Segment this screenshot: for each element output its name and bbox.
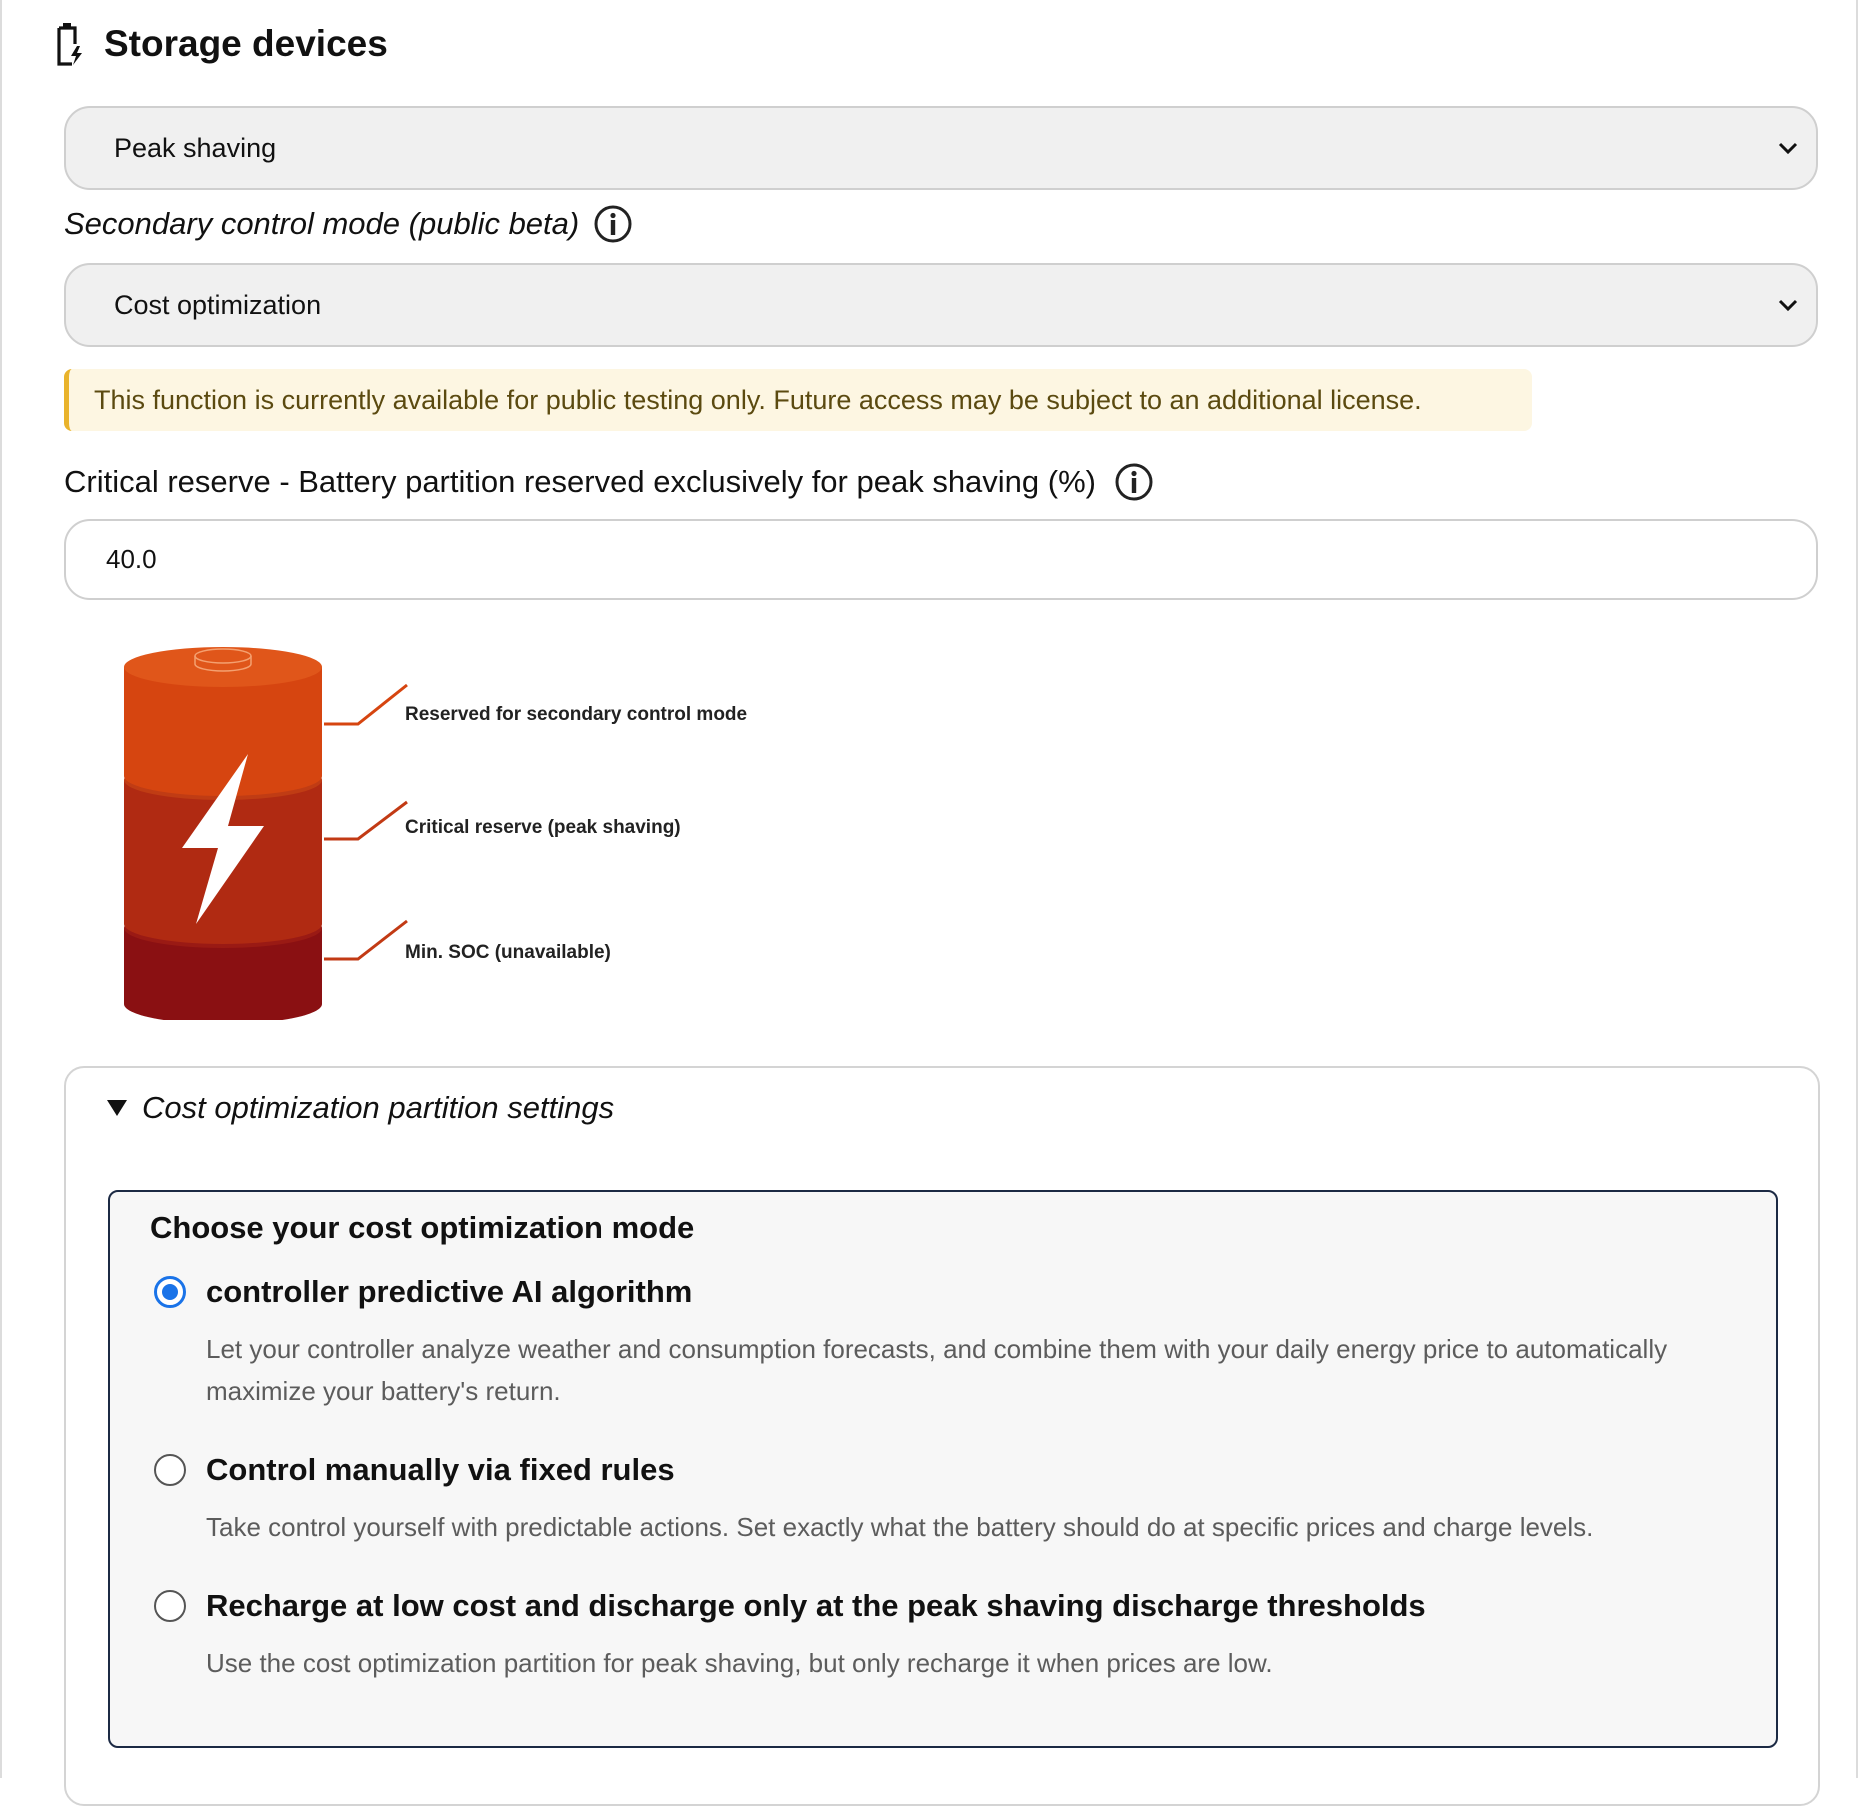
critical-reserve-input[interactable]: 40.0 xyxy=(64,519,1818,600)
battery-partition-diagram: Reserved for secondary control mode Crit… xyxy=(112,640,812,1024)
partition-settings-details: Cost optimization partition settings Cho… xyxy=(64,1066,1820,1806)
primary-mode-value: Peak shaving xyxy=(114,132,277,163)
option-description: Let your controller analyze weather and … xyxy=(206,1334,1668,1406)
option-low-cost-recharge-row[interactable]: Recharge at low cost and discharge only … xyxy=(154,1588,1754,1624)
option-predictive-ai: controller predictive AI algorithm Let y… xyxy=(154,1274,1754,1412)
option-manual-rules: Control manually via fixed rules Take co… xyxy=(154,1452,1754,1548)
segment-label-secondary: Reserved for secondary control mode xyxy=(405,704,748,725)
chevron-down-icon xyxy=(1778,142,1798,155)
radio-predictive-ai[interactable] xyxy=(154,1276,186,1308)
secondary-mode-label-row: Secondary control mode (public beta) xyxy=(64,204,633,244)
battery-segment-secondary-mode xyxy=(124,647,322,796)
cost-optimization-mode-box: Choose your cost optimization mode contr… xyxy=(108,1190,1778,1748)
option-low-cost-recharge: Recharge at low cost and discharge only … xyxy=(154,1588,1754,1684)
option-title[interactable]: Control manually via fixed rules xyxy=(206,1452,675,1488)
info-icon[interactable] xyxy=(1114,462,1154,502)
battery-charging-icon xyxy=(57,23,82,66)
radio-low-cost-recharge[interactable] xyxy=(154,1590,186,1622)
option-predictive-ai-row[interactable]: controller predictive AI algorithm xyxy=(154,1274,1754,1310)
storage-devices-panel: Storage devices Peak shaving Secondary c… xyxy=(0,0,1858,1806)
critical-reserve-value: 40.0 xyxy=(106,544,157,574)
chevron-down-icon xyxy=(1778,299,1798,312)
secondary-mode-label: Secondary control mode (public beta) xyxy=(64,206,580,241)
option-description: Use the cost optimization partition for … xyxy=(206,1648,1273,1678)
secondary-mode-select[interactable]: Cost optimization xyxy=(64,263,1818,347)
option-manual-rules-row[interactable]: Control manually via fixed rules xyxy=(154,1452,1754,1488)
partition-settings-summary-text: Cost optimization partition settings xyxy=(142,1090,615,1125)
mode-box-heading: Choose your cost optimization mode xyxy=(150,1210,695,1245)
option-title[interactable]: controller predictive AI algorithm xyxy=(206,1274,692,1310)
partition-settings-summary[interactable]: Cost optimization partition settings xyxy=(106,1090,614,1126)
secondary-mode-value: Cost optimization xyxy=(114,289,322,320)
info-icon[interactable] xyxy=(593,204,633,244)
radio-manual-rules[interactable] xyxy=(154,1454,186,1486)
critical-reserve-label: Critical reserve - Battery partition res… xyxy=(64,464,1096,499)
option-title[interactable]: Recharge at low cost and discharge only … xyxy=(206,1588,1426,1624)
triangle-down-icon xyxy=(107,1100,127,1116)
segment-label-min-soc: Min. SOC (unavailable) xyxy=(405,942,611,963)
segment-label-critical: Critical reserve (peak shaving) xyxy=(405,817,681,838)
option-description: Take control yourself with predictable a… xyxy=(206,1512,1594,1542)
primary-mode-select[interactable]: Peak shaving xyxy=(64,106,1818,190)
beta-notice-text: This function is currently available for… xyxy=(94,384,1422,415)
section-title: Storage devices xyxy=(104,23,388,64)
section-header: Storage devices xyxy=(56,22,388,66)
beta-notice: This function is currently available for… xyxy=(64,369,1532,431)
critical-reserve-label-row: Critical reserve - Battery partition res… xyxy=(64,462,1154,502)
